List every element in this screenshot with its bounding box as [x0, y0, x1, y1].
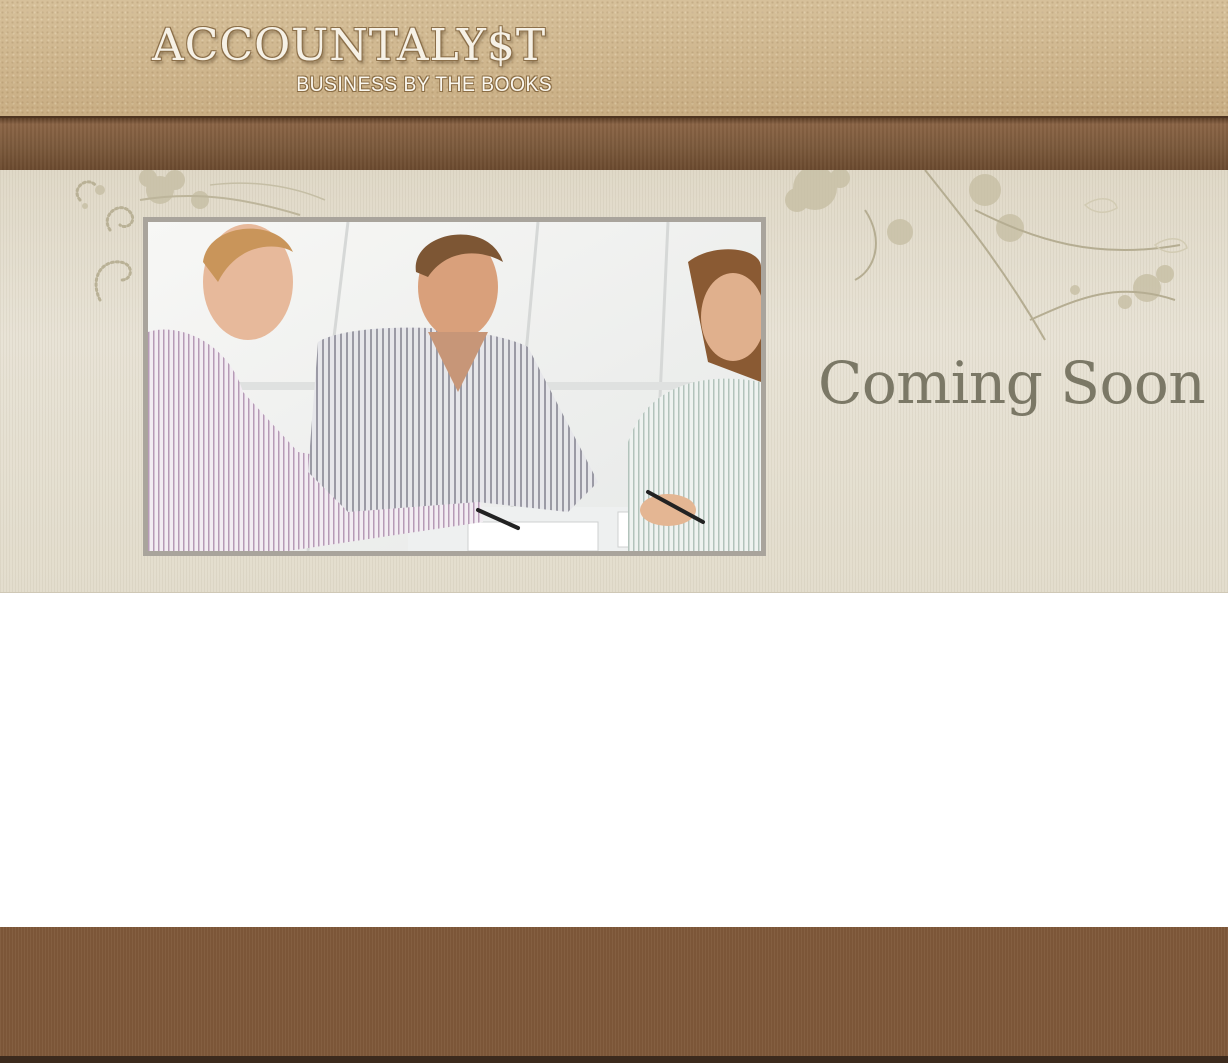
coming-soon-heading: Coming Soon	[818, 349, 1206, 417]
navigation-bar	[0, 116, 1228, 170]
floral-ornament-right-icon	[785, 170, 1188, 341]
site-header: ACCOUNTALY$T BUSINESS BY THE BOOKS	[0, 0, 1228, 116]
meeting-photo-frame	[143, 217, 766, 556]
footer-bottom-strip	[0, 1056, 1228, 1063]
site-footer	[0, 927, 1228, 1063]
logo-tagline: BUSINESS BY THE BOOKS	[296, 73, 552, 96]
business-meeting-photo-icon	[148, 222, 761, 551]
site-logo[interactable]: ACCOUNTALY$T BUSINESS BY THE BOOKS	[152, 18, 552, 100]
logo-title: ACCOUNTALY$T	[152, 20, 547, 71]
hero-banner: Coming Soon	[0, 170, 1228, 593]
